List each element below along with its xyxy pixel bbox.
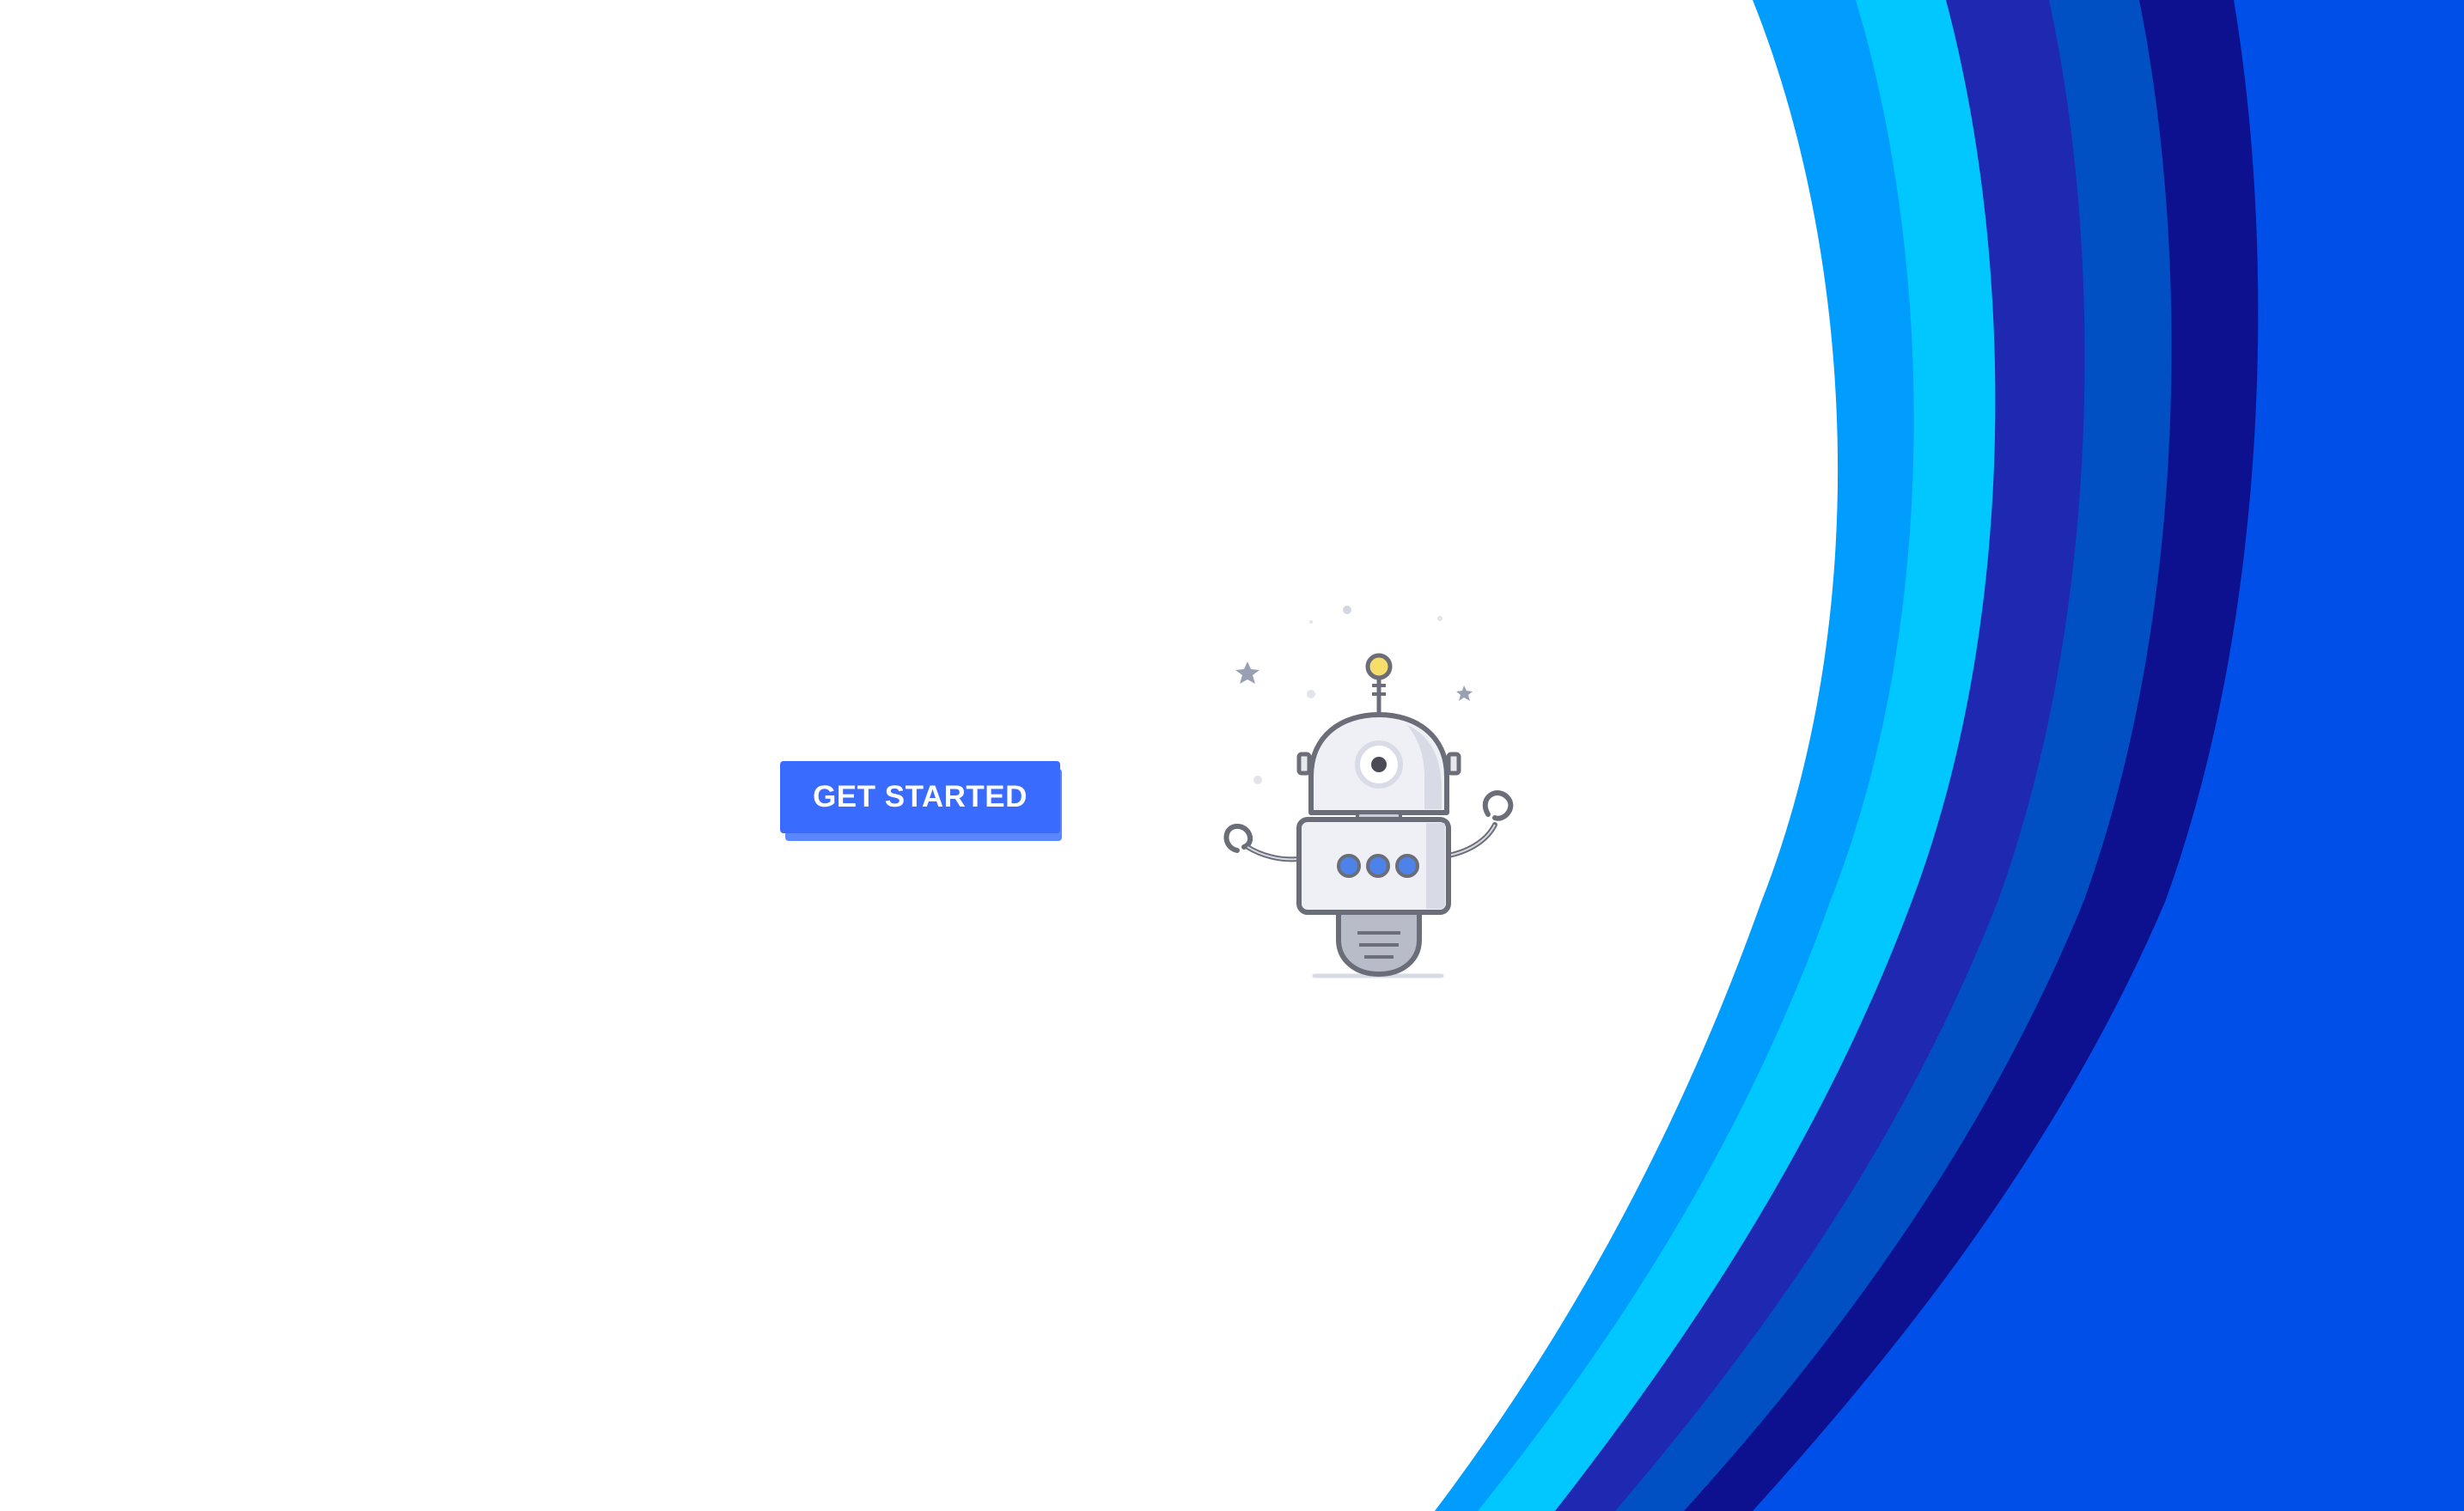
robot-head [1296,712,1461,815]
eye-icon [1355,740,1403,789]
landing-page: GET STARTED [0,0,2464,1511]
light-icon [1395,854,1419,878]
robot-mascot-illustration [1223,606,1514,978]
star-icon [1456,685,1473,701]
dot-icon [1253,776,1262,784]
star-icon [1235,661,1259,684]
left-claw-icon [1223,824,1253,853]
dot-icon [1307,690,1315,698]
dot-icon [1437,616,1442,621]
indicator-lights [1337,854,1419,878]
light-icon [1366,854,1390,878]
robot-base [1336,910,1422,977]
light-icon [1337,854,1361,878]
dot-icon [1309,620,1313,624]
robot-body [1296,817,1451,915]
antenna-icon [1365,653,1393,718]
right-arm [1446,822,1497,858]
get-started-wrapper: GET STARTED [780,761,1064,844]
right-claw-icon [1482,790,1514,821]
get-started-button[interactable]: GET STARTED [780,761,1060,833]
dot-icon [1343,606,1351,614]
